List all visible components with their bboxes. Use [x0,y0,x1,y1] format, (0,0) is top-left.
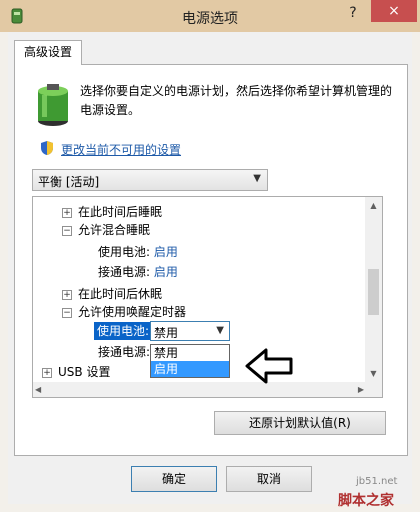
description-text: 选择你要自定义的电源计划，然后选择你希望计算机管理的电源设置。 [80,84,393,117]
tab-advanced-settings[interactable]: 高级设置 [14,40,82,65]
uac-shield-icon [41,141,53,155]
cancel-button[interactable]: 取消 [226,466,312,492]
tree-item-sleep-after[interactable]: + 在此时间后睡眠 [62,203,162,221]
collapse-icon[interactable]: − [62,307,72,318]
tree-item-hybrid-ac[interactable]: 接通电源: 启用 [98,263,178,281]
scroll-up-icon[interactable]: ▲ [365,197,382,214]
left-arrow-icon [245,348,293,384]
expand-icon[interactable]: + [42,367,52,378]
tree-item-hybrid-sleep[interactable]: − 允许混合睡眠 [62,221,150,239]
scroll-left-icon[interactable]: ◀ [35,382,41,397]
power-plan-select[interactable]: 平衡 [活动] ▼ [32,169,268,191]
restore-defaults-button[interactable]: 还原计划默认值(R) [214,411,386,435]
vertical-scrollbar[interactable]: ▲ ▼ [365,197,382,382]
wake-battery-label[interactable]: 使用电池: [94,322,153,340]
power-plan-value: 平衡 [活动] [38,175,100,189]
close-button[interactable]: × [371,0,417,22]
chevron-down-icon: ▼ [216,325,224,336]
wake-battery-value: 禁用 [154,326,179,340]
watermark-logo: 脚本之家 [338,493,394,509]
expand-icon[interactable]: + [62,207,72,218]
expand-icon[interactable]: + [62,289,72,300]
battery-icon [38,84,68,126]
tree-item-wake-ac[interactable]: 接通电源: [98,343,150,361]
scroll-right-icon[interactable]: ▶ [358,382,364,397]
tree-item-hybrid-battery[interactable]: 使用电池: 启用 [98,243,178,261]
horizontal-scrollbar[interactable]: ◀ ▶ [33,382,382,397]
tree-item-usb[interactable]: + USB 设置 [42,363,110,381]
help-button[interactable]: ? [336,2,370,24]
ok-button[interactable]: 确定 [131,466,217,492]
title-bar: 电源选项 ? × [0,0,420,32]
tree-item-wake-timers[interactable]: − 允许使用唤醒定时器 [62,303,186,321]
wake-battery-combo[interactable]: 禁用 ▼ [150,321,230,341]
tree-item-hibernate-after[interactable]: + 在此时间后休眠 [62,285,162,303]
dropdown-option-disable[interactable]: 禁用 [151,345,229,361]
chevron-down-icon: ▼ [253,173,261,184]
dropdown-option-enable[interactable]: 启用 [151,361,229,377]
change-unavailable-settings-link[interactable]: 更改当前不可用的设置 [61,141,181,158]
watermark-url: jb51.net [356,476,398,487]
wake-battery-dropdown[interactable]: 禁用 启用 [150,344,230,378]
scroll-thumb[interactable] [368,269,379,315]
scroll-down-icon[interactable]: ▼ [365,365,382,382]
collapse-icon[interactable]: − [62,225,72,236]
